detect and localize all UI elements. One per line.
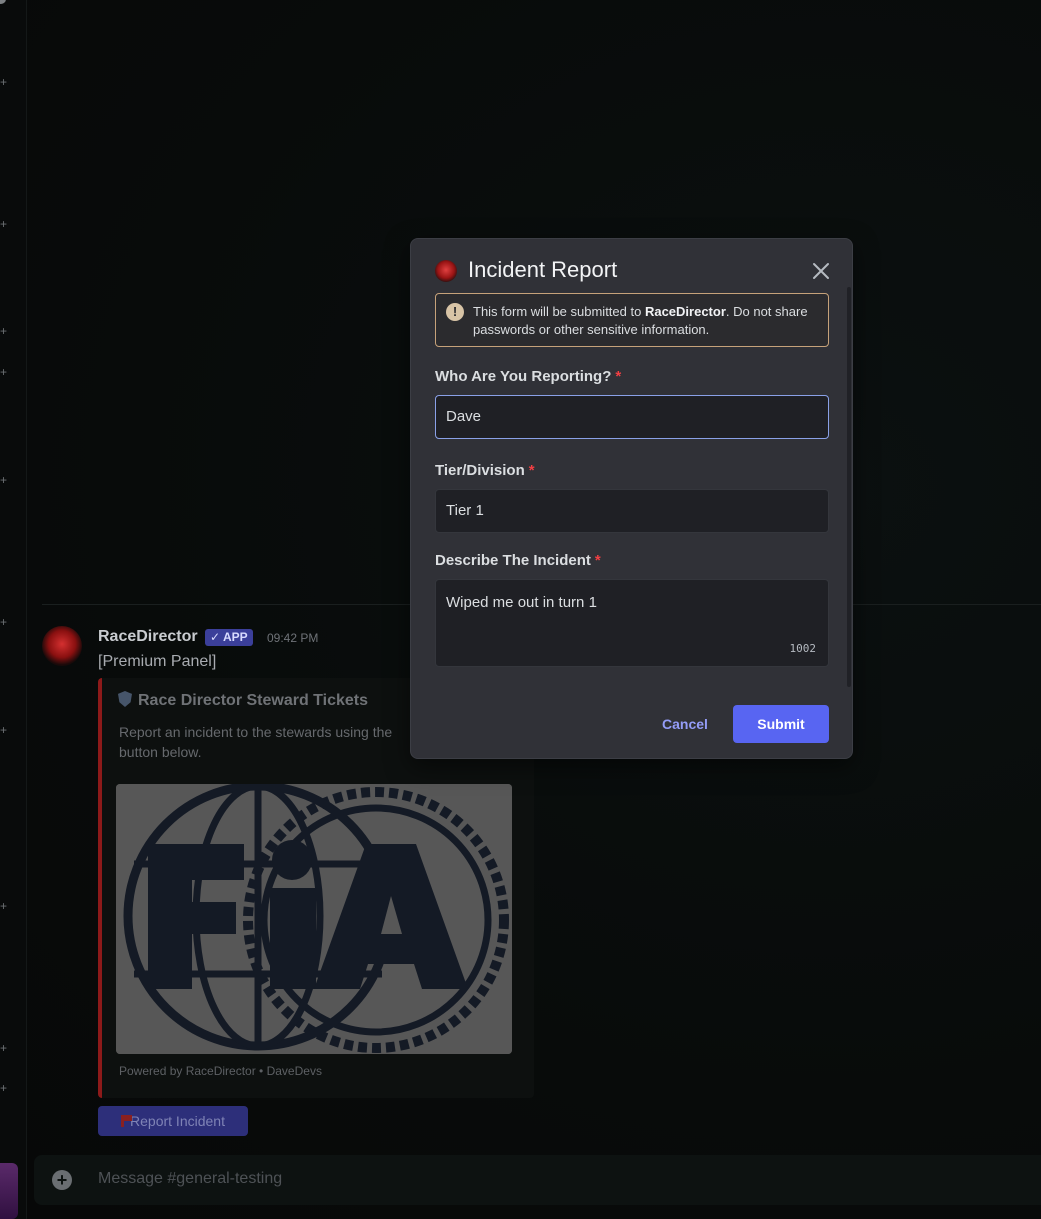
composer-placeholder[interactable]: Message #general-testing: [98, 1170, 282, 1188]
tier-input[interactable]: Tier 1: [435, 489, 829, 533]
app-icon: [435, 260, 457, 282]
modal-scrollbar[interactable]: [847, 287, 851, 687]
cancel-button[interactable]: Cancel: [657, 706, 713, 742]
embed-footer: Powered by RaceDirector • DaveDevs: [119, 1064, 322, 1078]
fia-logo-graphic: [116, 784, 512, 1054]
add-attachment-icon[interactable]: +: [52, 1170, 72, 1190]
exclamation-icon: !: [446, 303, 464, 321]
channel-plus-icon[interactable]: +: [0, 616, 8, 628]
field-label-incident: Describe The Incident *: [435, 552, 601, 569]
field-label-tier: Tier/Division *: [435, 462, 535, 479]
shield-icon: [118, 691, 132, 707]
report-incident-label: Report Incident: [130, 1113, 225, 1129]
channel-plus-icon[interactable]: +: [0, 76, 8, 88]
app-badge: ✓ APP: [205, 629, 253, 646]
incident-text: Wiped me out in turn 1: [446, 594, 597, 611]
warning-text: This form will be submitted to RaceDirec…: [473, 304, 808, 337]
modal-title: Incident Report: [468, 257, 618, 282]
embed-description: Report an incident to the stewards using…: [119, 724, 393, 760]
warning-notice: ! This form will be submitted to RaceDir…: [435, 293, 829, 347]
channel-plus-icon[interactable]: +: [0, 325, 8, 337]
close-icon[interactable]: [811, 261, 831, 281]
incident-report-modal: Incident Report ! This form will be subm…: [410, 238, 853, 759]
channel-plus-icon[interactable]: +: [0, 724, 8, 736]
user-avatar[interactable]: [0, 1163, 18, 1219]
channel-plus-icon[interactable]: +: [0, 900, 8, 912]
channel-plus-icon[interactable]: +: [0, 1082, 8, 1094]
message-composer[interactable]: + Message #general-testing: [34, 1155, 1041, 1205]
channel-plus-icon[interactable]: +: [0, 1042, 8, 1054]
report-incident-button[interactable]: Report Incident: [98, 1106, 248, 1136]
who-input[interactable]: Dave: [435, 395, 829, 439]
channel-plus-icon[interactable]: +: [0, 218, 8, 230]
incident-textarea[interactable]: Wiped me out in turn 1 1002: [435, 579, 829, 667]
settings-icon[interactable]: [0, 0, 6, 4]
embed-title-text: Race Director Steward Tickets: [138, 692, 369, 709]
character-counter: 1002: [789, 642, 817, 655]
message-timestamp: 09:42 PM: [267, 631, 319, 645]
channel-plus-icon[interactable]: +: [0, 366, 8, 378]
embed-title: Race Director Steward Tickets: [118, 691, 368, 710]
field-label-who: Who Are You Reporting? *: [435, 368, 622, 385]
flag-icon: [121, 1115, 133, 1127]
channel-plus-icon[interactable]: +: [0, 474, 8, 486]
message-text: [Premium Panel]: [98, 653, 217, 670]
server-rail: + + + + + + + + + +: [0, 0, 27, 1219]
submit-button[interactable]: Submit: [733, 705, 829, 743]
embed-image-fia-logo[interactable]: [116, 784, 512, 1054]
bot-avatar[interactable]: [42, 626, 82, 666]
message-author[interactable]: RaceDirector: [98, 628, 198, 646]
